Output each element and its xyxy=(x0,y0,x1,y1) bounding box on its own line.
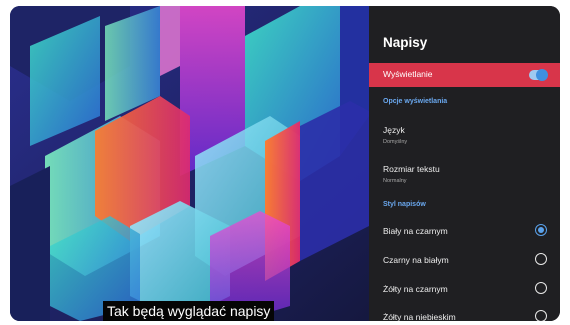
text-size-value: Normalny xyxy=(383,178,407,184)
panel-title: Napisy xyxy=(383,35,428,50)
subtitle-preview: Tak będą wyglądać napisy xyxy=(103,301,275,321)
tv-screen: Tak będą wyglądać napisy Napisy Wyświetl… xyxy=(10,6,560,321)
display-toggle-switch[interactable] xyxy=(529,69,548,81)
text-size-label: Rozmiar tekstu xyxy=(383,164,440,174)
style-option-label: Żółty na czarnym xyxy=(383,284,448,294)
background-artwork xyxy=(10,6,369,321)
style-option-white-on-black[interactable]: Biały na czarnym xyxy=(369,220,560,244)
subtitles-settings-panel: Napisy Wyświetlanie Opcje wyświetlania J… xyxy=(369,6,560,321)
radio-unselected-icon[interactable] xyxy=(535,282,547,294)
language-value: Domyślny xyxy=(383,139,408,145)
style-option-black-on-white[interactable]: Czarny na białym xyxy=(369,249,560,273)
display-toggle-label: Wyświetlanie xyxy=(383,69,433,79)
style-option-label: Żółty na niebieskim xyxy=(383,312,456,321)
radio-unselected-icon[interactable] xyxy=(535,310,547,321)
style-option-yellow-on-blue[interactable]: Żółty na niebieskim xyxy=(369,306,560,321)
section-display-options: Opcje wyświetlania xyxy=(383,98,448,105)
language-label: Język xyxy=(383,125,405,135)
style-option-label: Czarny na białym xyxy=(383,255,449,265)
style-option-label: Biały na czarnym xyxy=(383,226,448,236)
radio-selected-icon[interactable] xyxy=(535,224,547,236)
radio-unselected-icon[interactable] xyxy=(535,253,547,265)
toggle-knob xyxy=(536,69,548,81)
display-toggle-row[interactable]: Wyświetlanie xyxy=(369,63,560,87)
style-option-yellow-on-black[interactable]: Żółty na czarnym xyxy=(369,278,560,302)
section-subtitle-style: Styl napisów xyxy=(383,201,426,208)
